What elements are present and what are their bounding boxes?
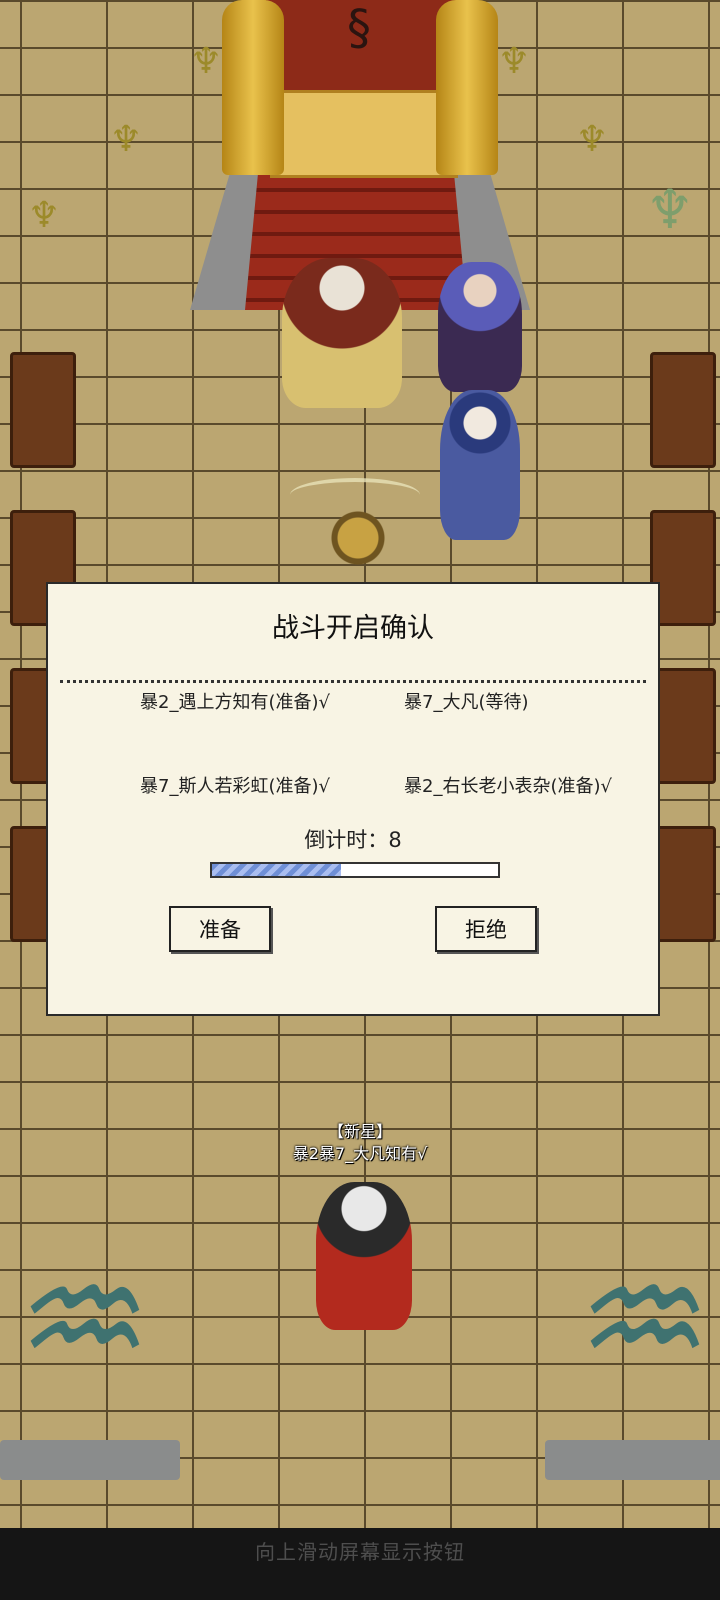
countdown-value: 8: [388, 828, 402, 852]
player-name: 暴2暴7_大凡知有√: [292, 1144, 428, 1163]
team-member-status: 暴2_右长老小表杂(准备)√: [404, 776, 612, 797]
team-member-status: 暴2_遇上方知有(准备)√: [140, 692, 330, 713]
reject-button[interactable]: 拒绝: [435, 906, 537, 952]
crane-statue-icon: ♆: [645, 178, 695, 241]
crane-statue-icon: ♆: [27, 195, 61, 236]
wooden-chair: [10, 352, 76, 468]
swipe-hint: 向上滑动屏幕显示按钮: [255, 1540, 465, 1564]
statue-base: [545, 1440, 720, 1480]
wooden-chair: [650, 352, 716, 468]
official-npc[interactable]: [440, 390, 520, 540]
crane-statue-icon: ♆: [189, 41, 223, 82]
progress-fill: [212, 864, 341, 876]
jade-dragon-statue-icon: ♒: [577, 1233, 713, 1407]
player-character[interactable]: [316, 1182, 412, 1330]
throne-right-pillar: [436, 0, 498, 175]
battle-confirm-dialog: 战斗开启确认 暴2_遇上方知有(准备)√ 暴7_大凡(等待) 暴7_斯人若彩虹(…: [46, 582, 660, 1016]
statue-base: [0, 1440, 180, 1480]
player-title: 【新星】: [327, 1122, 392, 1141]
countdown-label: 倒计时：: [304, 828, 389, 852]
team-member-status: 暴7_大凡(等待): [404, 692, 529, 713]
crane-statue-icon: ♆: [109, 119, 143, 160]
sorceress-npc[interactable]: [438, 262, 522, 392]
dotted-divider: [60, 680, 646, 683]
countdown-progress-bar: [210, 862, 500, 878]
dialog-title: 战斗开启确认: [272, 613, 434, 644]
team-member-status: 暴7_斯人若彩虹(准备)√: [140, 776, 330, 797]
incense-burner: [318, 510, 398, 580]
throne-left-pillar: [222, 0, 284, 175]
jade-dragon-statue-icon: ♒: [17, 1233, 153, 1407]
countdown: 倒计时：8: [48, 824, 658, 854]
ready-button[interactable]: 准备: [169, 906, 271, 952]
crane-statue-icon: ♆: [497, 41, 531, 82]
throne-seat: [270, 90, 458, 178]
dragon-emblem-icon: §: [347, 0, 371, 56]
emperor-npc[interactable]: [282, 258, 402, 408]
crane-statue-icon: ♆: [575, 119, 609, 160]
incense-smoke: [290, 478, 420, 512]
